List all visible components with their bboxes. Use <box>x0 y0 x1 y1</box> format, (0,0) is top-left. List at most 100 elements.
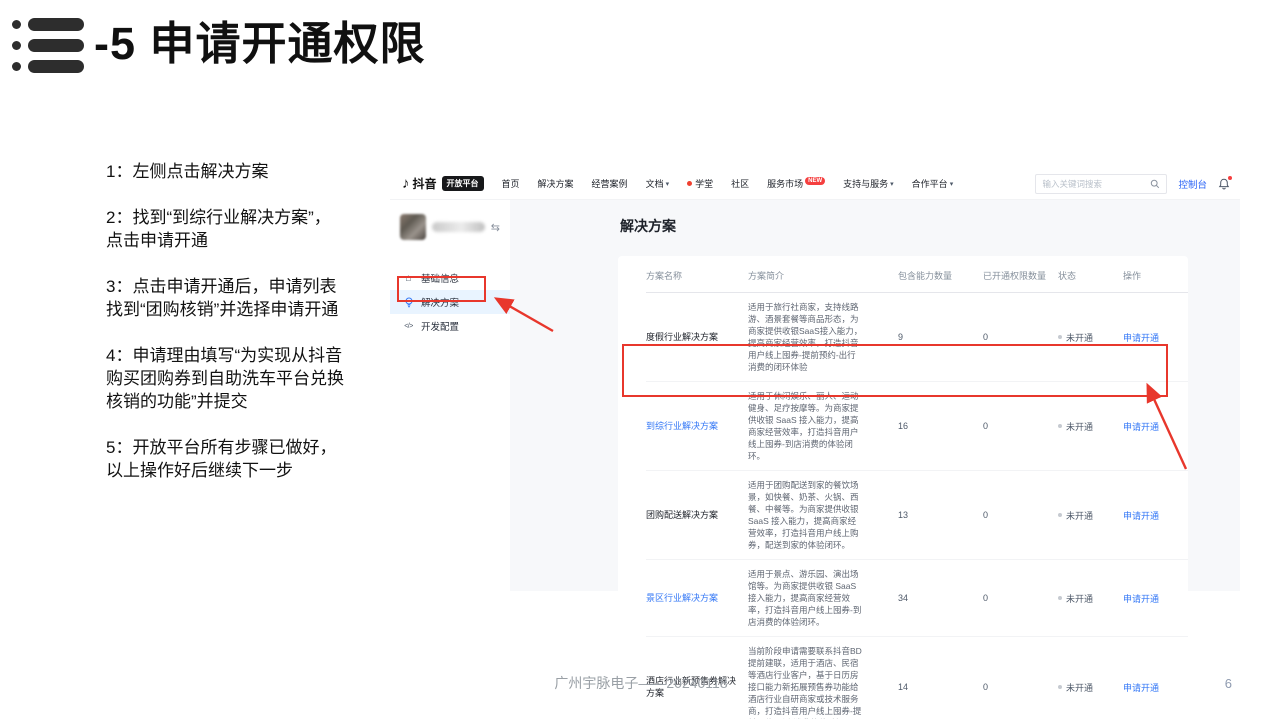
col-header: 包含能力数量 <box>898 269 983 282</box>
col-header: 方案简介 <box>748 269 898 282</box>
status-badge: 未开通 <box>1058 331 1123 344</box>
list-icon <box>12 14 84 73</box>
nav-item-home[interactable]: 首页 <box>502 177 520 190</box>
slide-footer: 广州宇脉电子——20240118 <box>0 673 1282 693</box>
chevron-down-icon: ▾ <box>666 180 670 188</box>
nav-item-market[interactable]: 服务市场NEW <box>767 177 825 190</box>
status-dot-icon <box>1058 424 1062 428</box>
status-label: 未开通 <box>1066 420 1093 433</box>
solution-desc: 适用于旅行社商家，支持线路游、酒景套餐等商品形态，为商家提供收银SaaS接入能力… <box>748 301 898 373</box>
nav-item-label: 服务市场 <box>767 177 803 190</box>
table-header-row: 方案名称 方案简介 包含能力数量 已开通权限数量 状态 操作 <box>646 256 1188 293</box>
sidebar: ⇆ ⌂ 基础信息 解决方案 </> 开发配置 <box>390 200 510 591</box>
sidebar-menu: ⌂ 基础信息 解决方案 </> 开发配置 <box>390 266 510 338</box>
nav-item-school[interactable]: 学堂 <box>687 177 713 190</box>
new-badge: NEW <box>805 177 825 185</box>
opened-count: 0 <box>983 510 1058 520</box>
status-badge: 未开通 <box>1058 420 1123 433</box>
instruction-step-1: 1：左侧点击解决方案 <box>106 160 346 183</box>
slide: -5 申请开通权限 1：左侧点击解决方案 2：找到“到综行业解决方案”，点击申请… <box>0 0 1282 719</box>
sidebar-item-label: 开发配置 <box>421 319 459 333</box>
col-header: 状态 <box>1058 269 1123 282</box>
status-label: 未开通 <box>1066 592 1093 605</box>
nav-item-community[interactable]: 社区 <box>731 177 749 190</box>
nav-menu: 首页 解决方案 经营案例 文档▾ 学堂 社区 服务市场NEW 支持与服务▾ 合作… <box>502 177 954 190</box>
top-nav: ♪ 抖音 开放平台 首页 解决方案 经营案例 文档▾ 学堂 社区 服务市场NEW… <box>390 168 1240 200</box>
opened-count: 0 <box>983 421 1058 431</box>
status-dot-icon <box>1058 596 1062 600</box>
notification-bell-icon[interactable] <box>1218 178 1230 190</box>
nav-right: 控制台 <box>1035 174 1230 194</box>
home-icon: ⌂ <box>403 273 414 284</box>
nav-item-support[interactable]: 支持与服务▾ <box>843 177 894 190</box>
bulb-icon <box>403 297 414 308</box>
apply-open-link[interactable]: 申请开通 <box>1123 592 1167 605</box>
nav-item-cases[interactable]: 经营案例 <box>592 177 628 190</box>
instructions: 1：左侧点击解决方案 2：找到“到综行业解决方案”，点击申请开通 3：点击申请开… <box>106 160 346 505</box>
status-label: 未开通 <box>1066 331 1093 344</box>
status-badge: 未开通 <box>1058 509 1123 522</box>
sidebar-item-dev-config[interactable]: </> 开发配置 <box>390 314 510 338</box>
hot-icon <box>687 181 692 186</box>
sidebar-item-label: 解决方案 <box>421 295 459 309</box>
console-link[interactable]: 控制台 <box>1178 177 1207 191</box>
solution-desc: 适用于景点、游乐园、演出场馆等。为商家提供收银 SaaS 接入能力，提高商家经营… <box>748 568 898 628</box>
solution-desc: 适用于休闲娱乐、丽人、运动健身、足疗按摩等。为商家提供收银 SaaS 接入能力，… <box>748 390 898 462</box>
solution-name: 度假行业解决方案 <box>646 331 748 343</box>
brand-name: 抖音 <box>413 175 437 192</box>
profile-row: ⇆ <box>390 200 510 240</box>
opened-count: 0 <box>983 332 1058 342</box>
table-row: 团购配送解决方案 适用于团购配送到家的餐饮场景，如快餐、奶茶、火锅、西餐、中餐等… <box>646 471 1188 560</box>
brand-logo[interactable]: ♪ 抖音 开放平台 <box>402 175 484 192</box>
ability-count: 13 <box>898 510 983 520</box>
ability-count: 16 <box>898 421 983 431</box>
col-header: 方案名称 <box>646 269 748 282</box>
ability-count: 34 <box>898 593 983 603</box>
switch-account-icon[interactable]: ⇆ <box>491 221 500 234</box>
instruction-step-5: 5：开放平台所有步骤已做好，以上操作好后继续下一步 <box>106 436 346 482</box>
code-icon: </> <box>403 323 414 330</box>
chevron-down-icon: ▾ <box>950 180 954 188</box>
nav-item-docs[interactable]: 文档▾ <box>646 177 670 190</box>
instruction-step-2: 2：找到“到综行业解决方案”，点击申请开通 <box>106 206 346 252</box>
table-row: 度假行业解决方案 适用于旅行社商家，支持线路游、酒景套餐等商品形态，为商家提供收… <box>646 293 1188 382</box>
status-badge: 未开通 <box>1058 592 1123 605</box>
nav-item-label: 支持与服务 <box>843 177 888 190</box>
slide-title: -5 申请开通权限 <box>94 18 426 70</box>
instruction-step-4: 4：申请理由填写“为实现从抖音购买团购券到自助洗车平台兑换核销的功能”并提交 <box>106 344 346 413</box>
browser-screenshot: ♪ 抖音 开放平台 首页 解决方案 经营案例 文档▾ 学堂 社区 服务市场NEW… <box>390 168 1240 592</box>
slide-header: -5 申请开通权限 <box>12 14 426 73</box>
nav-item-label: 文档 <box>646 177 664 190</box>
avatar[interactable] <box>400 214 426 240</box>
status-dot-icon <box>1058 513 1062 517</box>
apply-open-link[interactable]: 申请开通 <box>1123 331 1167 344</box>
chevron-down-icon: ▾ <box>890 180 894 188</box>
notification-dot <box>1228 176 1232 180</box>
page-number: 6 <box>1225 676 1232 691</box>
table-row: 景区行业解决方案 适用于景点、游乐园、演出场馆等。为商家提供收银 SaaS 接入… <box>646 560 1188 637</box>
sidebar-item-solutions[interactable]: 解决方案 <box>390 290 510 314</box>
nav-item-solutions[interactable]: 解决方案 <box>538 177 574 190</box>
nav-item-partner[interactable]: 合作平台▾ <box>912 177 954 190</box>
sidebar-item-label: 基础信息 <box>421 271 459 285</box>
col-header: 操作 <box>1123 269 1167 282</box>
solutions-table: 方案名称 方案简介 包含能力数量 已开通权限数量 状态 操作 度假行业解决方案 … <box>618 256 1188 719</box>
page-title: 解决方案 <box>620 216 1188 236</box>
nav-item-label: 学堂 <box>695 177 713 190</box>
col-header: 已开通权限数量 <box>983 269 1058 282</box>
status-dot-icon <box>1058 335 1062 339</box>
status-label: 未开通 <box>1066 509 1093 522</box>
main-content: 解决方案 方案名称 方案简介 包含能力数量 已开通权限数量 状态 操作 度假行业… <box>510 200 1240 591</box>
search-icon[interactable] <box>1150 179 1160 189</box>
blurred-username <box>432 222 485 232</box>
douyin-note-icon: ♪ <box>402 175 410 192</box>
solution-name[interactable]: 到综行业解决方案 <box>646 420 748 432</box>
opened-count: 0 <box>983 593 1058 603</box>
apply-open-link[interactable]: 申请开通 <box>1123 509 1167 522</box>
solution-desc: 适用于团购配送到家的餐饮场景，如快餐、奶茶、火锅、西餐、中餐等。为商家提供收银 … <box>748 479 898 551</box>
sidebar-item-basic-info[interactable]: ⌂ 基础信息 <box>390 266 510 290</box>
search-input[interactable] <box>1042 179 1150 189</box>
table-row: 到综行业解决方案 适用于休闲娱乐、丽人、运动健身、足疗按摩等。为商家提供收银 S… <box>646 382 1188 471</box>
apply-open-link[interactable]: 申请开通 <box>1123 420 1167 433</box>
solution-name[interactable]: 景区行业解决方案 <box>646 592 748 604</box>
